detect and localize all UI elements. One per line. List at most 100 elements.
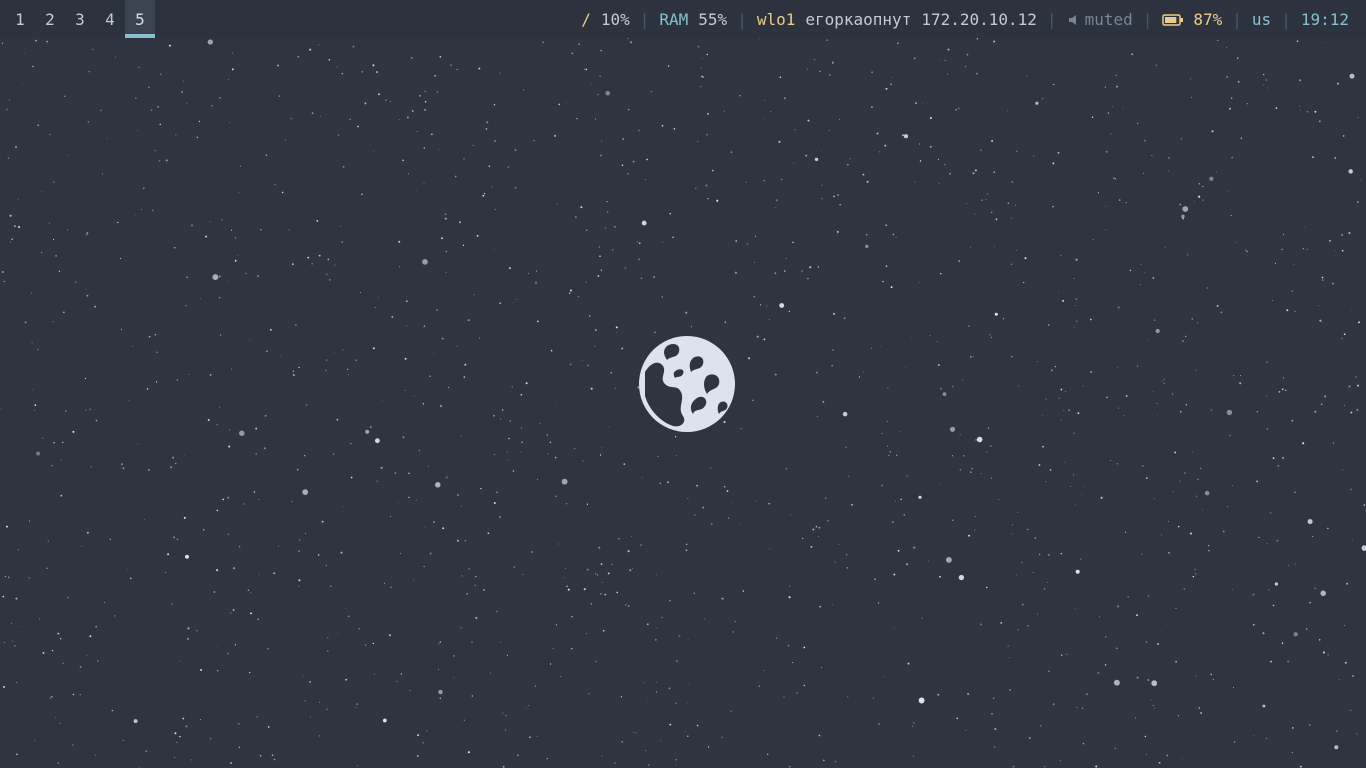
star (404, 357, 407, 360)
ram-label: RAM (659, 9, 689, 29)
star (845, 516, 846, 517)
star (774, 207, 776, 209)
star (1258, 536, 1260, 538)
star (1282, 377, 1284, 379)
star (396, 680, 398, 683)
star (918, 495, 922, 499)
star (7, 576, 10, 579)
star (369, 426, 372, 428)
star (590, 602, 593, 605)
star (231, 229, 233, 231)
star (1190, 78, 1192, 80)
star (1107, 112, 1110, 114)
star (520, 427, 522, 429)
star (849, 158, 851, 160)
star (1210, 673, 1213, 676)
star (59, 722, 61, 724)
star (159, 123, 161, 126)
star (138, 66, 140, 69)
star (1321, 279, 1324, 281)
star (467, 319, 470, 322)
star (577, 295, 580, 298)
star (1127, 596, 1129, 598)
star (914, 181, 916, 183)
star (1177, 715, 1179, 717)
star (88, 70, 91, 73)
star (364, 644, 367, 646)
star (1152, 276, 1155, 279)
star (654, 638, 657, 641)
workspace-4-button[interactable]: 4 (95, 0, 125, 38)
star (86, 231, 89, 234)
star (1007, 110, 1008, 112)
workspace-3-button[interactable]: 3 (65, 0, 95, 38)
star (1287, 565, 1289, 566)
star (1105, 229, 1107, 231)
star (1106, 396, 1108, 399)
star (1233, 741, 1236, 743)
star (1137, 122, 1139, 124)
star (1049, 469, 1052, 471)
star (182, 717, 185, 720)
workspace-5-button[interactable]: 5 (125, 0, 155, 38)
star (980, 473, 982, 474)
star (962, 379, 964, 381)
star (222, 315, 223, 317)
star (382, 718, 387, 723)
workspace-1-button[interactable]: 1 (5, 0, 35, 38)
star (89, 408, 91, 410)
star (1066, 653, 1068, 656)
star (949, 173, 951, 175)
star (862, 173, 865, 176)
star (72, 693, 75, 696)
star (958, 574, 965, 581)
star (734, 271, 737, 274)
star (156, 351, 158, 354)
star (228, 445, 231, 448)
star (675, 702, 677, 704)
star (892, 76, 893, 78)
star (1052, 205, 1054, 208)
star (994, 746, 996, 748)
star (531, 551, 534, 553)
star (1306, 248, 1308, 250)
star (257, 618, 259, 620)
star (165, 159, 168, 162)
star (1080, 558, 1082, 560)
star (1082, 742, 1085, 745)
star (1265, 737, 1267, 739)
star (1195, 369, 1197, 371)
star (779, 76, 782, 78)
star (383, 582, 385, 584)
star (1348, 385, 1351, 388)
star (277, 64, 279, 67)
star (759, 304, 762, 306)
star (217, 645, 218, 647)
volume-status[interactable]: muted (1067, 10, 1133, 29)
star (346, 368, 349, 370)
star (523, 89, 524, 91)
star (640, 277, 643, 280)
star (1341, 234, 1343, 236)
star (157, 106, 159, 108)
star (588, 315, 591, 317)
star (460, 505, 462, 507)
star (1037, 361, 1038, 362)
star (647, 764, 650, 766)
star (1016, 150, 1018, 152)
star (684, 730, 686, 732)
star (187, 627, 190, 630)
star (514, 149, 517, 152)
keyboard-layout[interactable]: us (1252, 10, 1271, 29)
star (1168, 170, 1169, 172)
star (298, 579, 301, 582)
workspace-2-button[interactable]: 2 (35, 0, 65, 38)
star (239, 430, 245, 436)
star (17, 549, 19, 551)
star (1256, 480, 1259, 483)
star (1281, 248, 1283, 250)
star (359, 292, 361, 294)
star (555, 495, 557, 497)
star (1202, 199, 1204, 201)
star (756, 335, 759, 338)
